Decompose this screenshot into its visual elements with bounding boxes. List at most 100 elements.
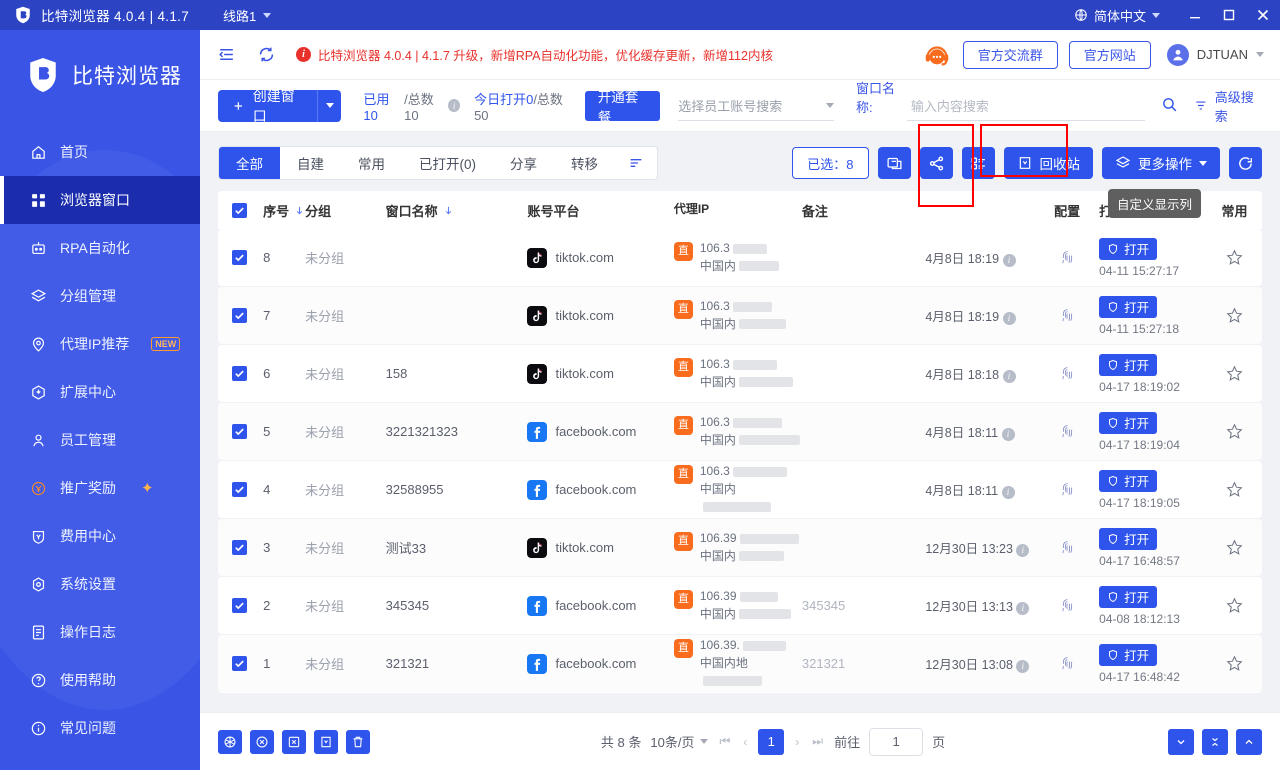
official-site-button[interactable]: 官方网站 bbox=[1068, 40, 1151, 69]
open-button[interactable]: 打开 bbox=[1099, 353, 1158, 376]
info-icon[interactable]: i bbox=[1016, 543, 1030, 557]
row-favorite[interactable] bbox=[1207, 364, 1262, 383]
info-icon[interactable]: i bbox=[1001, 485, 1015, 499]
sidebar-item-home[interactable]: 首页 bbox=[0, 128, 200, 176]
open-button[interactable]: 打开 bbox=[1099, 585, 1158, 608]
sidebar-item-settings[interactable]: 系统设置 bbox=[0, 560, 200, 608]
sidebar-item-proxy-ip[interactable]: 代理IP推荐 NEW bbox=[0, 320, 200, 368]
tab-shared[interactable]: 分享 bbox=[493, 147, 554, 179]
last-page-button[interactable]: ⏭ bbox=[810, 734, 825, 749]
sidebar-item-promotion[interactable]: 推广奖励 ✦ bbox=[0, 464, 200, 512]
support-chat-icon[interactable] bbox=[922, 40, 952, 70]
sidebar-item-logs[interactable]: 操作日志 bbox=[0, 608, 200, 656]
batch-delete-button[interactable] bbox=[346, 729, 370, 754]
create-window-button[interactable]: 创建窗口 bbox=[218, 88, 318, 124]
scroll-down-button[interactable] bbox=[1167, 728, 1194, 755]
sidebar-item-rpa[interactable]: RPA自动化 bbox=[0, 224, 200, 272]
sidebar-item-help[interactable]: 使用帮助 bbox=[0, 656, 200, 704]
row-checkbox[interactable] bbox=[232, 540, 263, 555]
row-config[interactable] bbox=[1035, 655, 1099, 672]
info-icon[interactable]: i bbox=[1001, 427, 1015, 441]
row-favorite[interactable] bbox=[1207, 306, 1262, 325]
row-favorite[interactable] bbox=[1207, 538, 1262, 557]
open-button[interactable]: 打开 bbox=[1099, 469, 1158, 492]
select-all-checkbox[interactable] bbox=[232, 202, 263, 218]
row-checkbox[interactable] bbox=[232, 424, 263, 439]
collapse-sidebar-button[interactable] bbox=[214, 43, 238, 67]
table-row[interactable]: 5 未分组 3221321323 facebook.com 直 106.3 中国内 4月8日 … bbox=[218, 403, 1262, 460]
tab-opened[interactable]: 已打开(0) bbox=[402, 147, 493, 179]
row-config[interactable] bbox=[1035, 307, 1099, 324]
page-number-1[interactable]: 1 bbox=[758, 728, 785, 755]
info-icon[interactable]: i bbox=[1002, 253, 1016, 267]
tab-transfer[interactable]: 转移 bbox=[554, 147, 615, 179]
maximize-button[interactable] bbox=[1212, 0, 1246, 30]
create-window-dropdown[interactable] bbox=[317, 89, 342, 122]
open-button[interactable]: 打开 bbox=[1099, 295, 1158, 318]
row-favorite[interactable] bbox=[1207, 248, 1262, 267]
goto-page-input[interactable] bbox=[869, 727, 924, 756]
row-checkbox[interactable] bbox=[232, 656, 263, 671]
row-checkbox[interactable] bbox=[232, 482, 263, 497]
share-button[interactable] bbox=[919, 147, 953, 179]
tab-self-built[interactable]: 自建 bbox=[280, 147, 341, 179]
tab-all[interactable]: 全部 bbox=[219, 147, 280, 179]
row-checkbox[interactable] bbox=[232, 250, 263, 265]
recycle-bin-button[interactable]: 回收站 bbox=[1003, 147, 1093, 179]
next-page-button[interactable]: › bbox=[793, 735, 801, 749]
open-package-button[interactable]: 开通套餐 bbox=[584, 90, 661, 125]
batch-close-button[interactable] bbox=[250, 729, 274, 754]
tab-frequent[interactable]: 常用 bbox=[341, 147, 402, 179]
prev-page-button[interactable]: ‹ bbox=[741, 735, 749, 749]
route-selector[interactable]: 线路1 bbox=[223, 6, 272, 25]
selected-count-chip[interactable]: 已选：8 bbox=[792, 147, 869, 179]
row-checkbox[interactable] bbox=[232, 308, 263, 323]
refresh-button[interactable] bbox=[1229, 147, 1262, 179]
page-size-select[interactable]: 10条/页 bbox=[650, 732, 709, 751]
row-favorite[interactable] bbox=[1207, 480, 1262, 499]
row-config[interactable] bbox=[1035, 539, 1099, 556]
row-checkbox[interactable] bbox=[232, 598, 263, 613]
copy-window-button[interactable] bbox=[877, 147, 911, 179]
advanced-search-button[interactable]: 高级搜索 bbox=[1194, 87, 1262, 125]
row-checkbox[interactable] bbox=[232, 366, 263, 381]
row-config[interactable] bbox=[1035, 597, 1099, 614]
table-row[interactable]: 2 未分组 345345 facebook.com 直 106.39 中国内 345345 12… bbox=[218, 577, 1262, 634]
row-config[interactable] bbox=[1035, 423, 1099, 440]
open-button[interactable]: 打开 bbox=[1099, 527, 1158, 550]
custom-columns-button[interactable] bbox=[961, 147, 995, 179]
window-name-input[interactable] bbox=[906, 92, 1146, 121]
info-icon[interactable]: i bbox=[1002, 369, 1016, 383]
open-button[interactable]: 打开 bbox=[1099, 643, 1158, 666]
table-row[interactable]: 6 未分组 158 tiktok.com 直 106.3 中国内 4月8日 18:18 i 打开… bbox=[218, 345, 1262, 402]
batch-export-button[interactable] bbox=[282, 729, 306, 754]
first-page-button[interactable]: ⏮ bbox=[717, 734, 732, 749]
official-group-button[interactable]: 官方交流群 bbox=[962, 40, 1058, 69]
table-row[interactable]: 8 未分组 tiktok.com 直 106.3 中国内 4月8日 18:19 i 打开 04-… bbox=[218, 229, 1262, 286]
search-icon[interactable] bbox=[1161, 96, 1178, 116]
minimize-button[interactable] bbox=[1178, 0, 1212, 30]
open-button[interactable]: 打开 bbox=[1099, 237, 1158, 260]
sidebar-item-staff-manage[interactable]: 员工管理 bbox=[0, 416, 200, 464]
close-button[interactable] bbox=[1246, 0, 1280, 30]
sidebar-item-extensions[interactable]: 扩展中心 bbox=[0, 368, 200, 416]
info-icon[interactable]: i bbox=[448, 99, 461, 112]
table-row[interactable]: 4 未分组 32588955 facebook.com 直 106.3 中国内 4月8日 18… bbox=[218, 461, 1262, 518]
info-icon[interactable]: i bbox=[1016, 601, 1030, 615]
sidebar-item-group-manage[interactable]: 分组管理 bbox=[0, 272, 200, 320]
header-index[interactable]: 序号 bbox=[263, 201, 305, 220]
staff-account-select[interactable]: 选择员工账号搜索 bbox=[678, 91, 834, 121]
notice-banner[interactable]: i 比特浏览器 4.0.4 | 4.1.7 升级，新增RPA自动化功能，优化缓存… bbox=[296, 45, 773, 64]
user-menu[interactable]: DJTUAN bbox=[1166, 43, 1264, 66]
more-actions-button[interactable]: 更多操作 bbox=[1102, 147, 1220, 179]
row-config[interactable] bbox=[1035, 365, 1099, 382]
batch-proxy-button[interactable] bbox=[218, 729, 242, 754]
table-row[interactable]: 7 未分组 tiktok.com 直 106.3 中国内 4月8日 18:19 i 打开 04-… bbox=[218, 287, 1262, 344]
table-row[interactable]: 3 未分组 测试33 tiktok.com 直 106.39 中国内 12月30日 13:23… bbox=[218, 519, 1262, 576]
sidebar-item-browser-windows[interactable]: 浏览器窗口 bbox=[0, 176, 200, 224]
row-favorite[interactable] bbox=[1207, 422, 1262, 441]
batch-recycle-button[interactable] bbox=[314, 729, 338, 754]
info-icon[interactable]: i bbox=[1002, 311, 1016, 325]
row-config[interactable] bbox=[1035, 249, 1099, 266]
header-window-name[interactable]: 窗口名称 bbox=[386, 201, 528, 220]
